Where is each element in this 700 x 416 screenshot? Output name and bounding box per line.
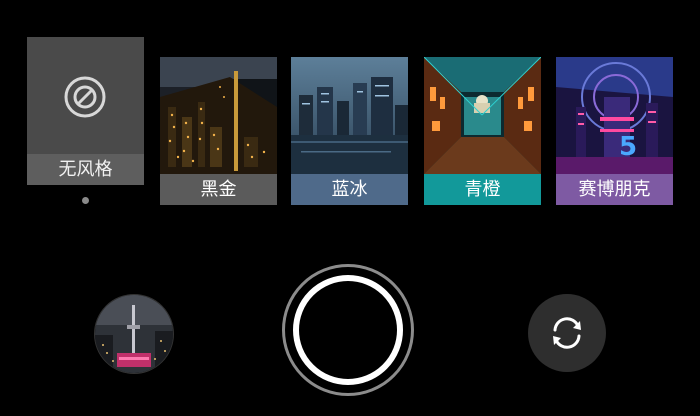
filter-thumbnail-qingcheng (424, 57, 541, 174)
filter-none-tile[interactable]: 无风格 (27, 37, 144, 185)
shutter-ring-icon (293, 275, 403, 385)
filter-label-heijin: 黑金 (160, 174, 277, 205)
selected-indicator-dot (82, 197, 89, 204)
gallery-thumbnail[interactable] (94, 294, 174, 374)
svg-text:5: 5 (619, 132, 637, 162)
filter-strip: 无风格 黑金 蓝冰 青橙 5 赛博朋克 (0, 0, 700, 220)
shutter-button[interactable] (282, 264, 414, 396)
gallery-preview-image (95, 295, 173, 373)
filter-label-saibopengke: 赛博朋克 (556, 174, 673, 205)
filter-label-lanbing: 蓝冰 (291, 174, 408, 205)
filter-none-label: 无风格 (27, 154, 144, 185)
rotate-camera-icon (553, 317, 581, 349)
filter-thumbnail-heijin (160, 57, 277, 174)
filter-tile-saibopengke[interactable]: 5 赛博朋克 (556, 57, 673, 205)
filter-tile-lanbing[interactable]: 蓝冰 (291, 57, 408, 205)
switch-camera-button[interactable] (528, 294, 606, 372)
filter-tile-heijin[interactable]: 黑金 (160, 57, 277, 205)
filter-thumbnail-saibopengke: 5 (556, 57, 673, 174)
filter-label-qingcheng: 青橙 (424, 174, 541, 205)
no-style-icon (64, 76, 106, 118)
filter-tile-qingcheng[interactable]: 青橙 (424, 57, 541, 205)
filter-thumbnail-lanbing (291, 57, 408, 174)
